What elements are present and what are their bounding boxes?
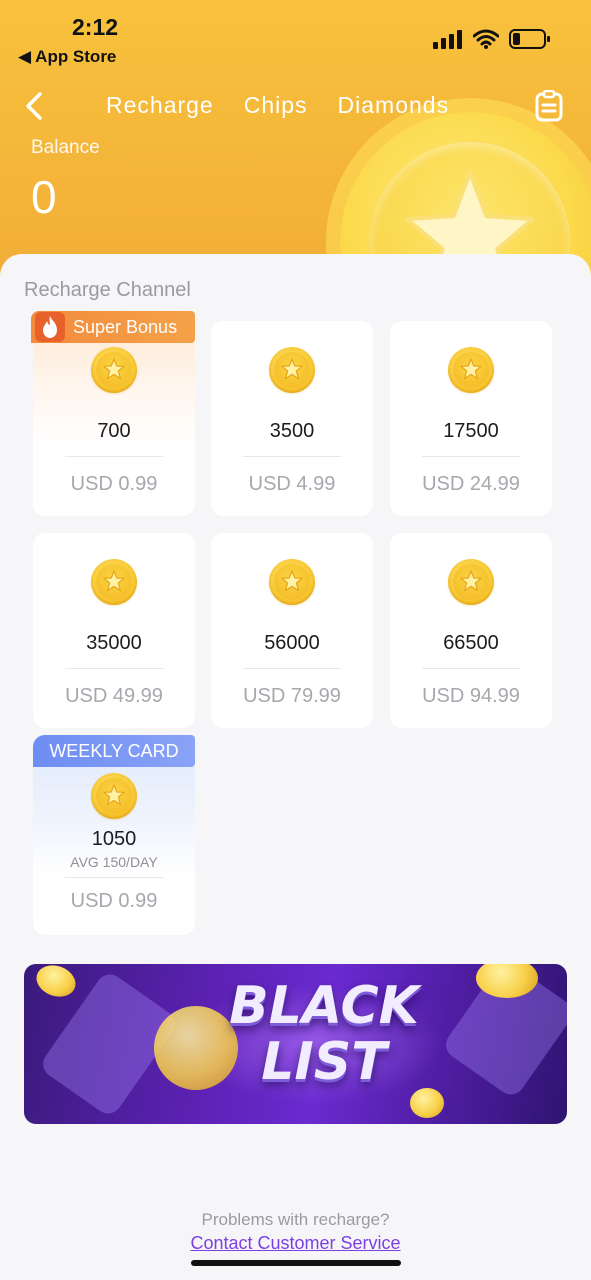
package-price: USD 4.99 [248,473,336,495]
package-amount: 35000 [86,632,142,654]
coin-icon [269,347,315,393]
black-list-banner[interactable]: BLACK LIST [24,964,567,1124]
package-price: USD 79.99 [243,685,341,707]
coin-icon [448,347,494,393]
home-indicator [191,1260,401,1266]
package-amount: 3500 [269,420,315,442]
divider [65,877,163,878]
package-card-700[interactable]: Super Bonus 700 USD 0.99 [31,311,195,516]
back-to-app-store[interactable]: ◀ App Store [18,47,116,67]
weekly-card-badge: WEEKLY CARD [33,735,195,767]
package-card-56000[interactable]: 56000 USD 79.99 [211,533,373,728]
weekly-card[interactable]: WEEKLY CARD 1050 AVG 150/DAY USD 0.99 [33,735,195,935]
tab-bar: Recharge Chips Diamonds [106,92,449,119]
tab-chips[interactable]: Chips [244,92,308,119]
cellular-signal-icon [433,30,462,49]
coin-icon [91,347,137,393]
package-card-35000[interactable]: 35000 USD 49.99 [33,533,195,728]
section-title: Recharge Channel [24,279,191,301]
balance-label: Balance [31,137,100,158]
tab-diamonds[interactable]: Diamonds [338,92,450,119]
package-price: USD 24.99 [422,473,520,495]
package-card-66500[interactable]: 66500 USD 94.99 [390,533,552,728]
divider [65,668,163,669]
contact-customer-service-link[interactable]: Contact Customer Service [0,1233,591,1254]
header: 2:12 ◀ App Store Recharge Chips Diamonds [0,0,591,290]
coin-icon [269,559,315,605]
package-price: USD 0.99 [70,473,158,495]
balance-value: 0 [31,171,57,223]
package-amount: 56000 [264,632,320,654]
package-card-17500[interactable]: 17500 USD 24.99 [390,321,552,516]
tab-recharge[interactable]: Recharge [106,92,214,119]
divider [243,456,341,457]
coin-icon [448,559,494,605]
banner-title: BLACK LIST [229,976,419,1092]
weekly-card-price: USD 0.99 [70,890,158,912]
fire-icon [35,312,65,342]
divider [422,668,520,669]
divider [243,668,341,669]
divider [65,456,163,457]
battery-icon [509,29,550,49]
wifi-icon [473,29,499,49]
super-bonus-label: Super Bonus [73,317,178,337]
package-amount: 66500 [443,632,499,654]
divider [422,456,520,457]
coin-icon [91,773,137,819]
package-card-3500[interactable]: 3500 USD 4.99 [211,321,373,516]
coin-icon [91,559,137,605]
package-price: USD 94.99 [422,685,520,707]
super-bonus-badge: Super Bonus [31,311,195,343]
package-amount: 700 [97,420,131,442]
record-list-icon[interactable] [534,90,564,122]
back-arrow-icon[interactable] [22,90,48,122]
coin-icon [410,1088,444,1118]
coin-icon [32,964,80,1002]
package-price: USD 49.99 [65,685,163,707]
weekly-card-avg: AVG 150/DAY [70,854,158,870]
help-text: Problems with recharge? [201,1210,390,1229]
weekly-card-amount: 1050 [91,828,137,850]
status-icons [433,28,551,50]
package-amount: 17500 [443,420,499,442]
status-time: 2:12 [72,14,119,40]
